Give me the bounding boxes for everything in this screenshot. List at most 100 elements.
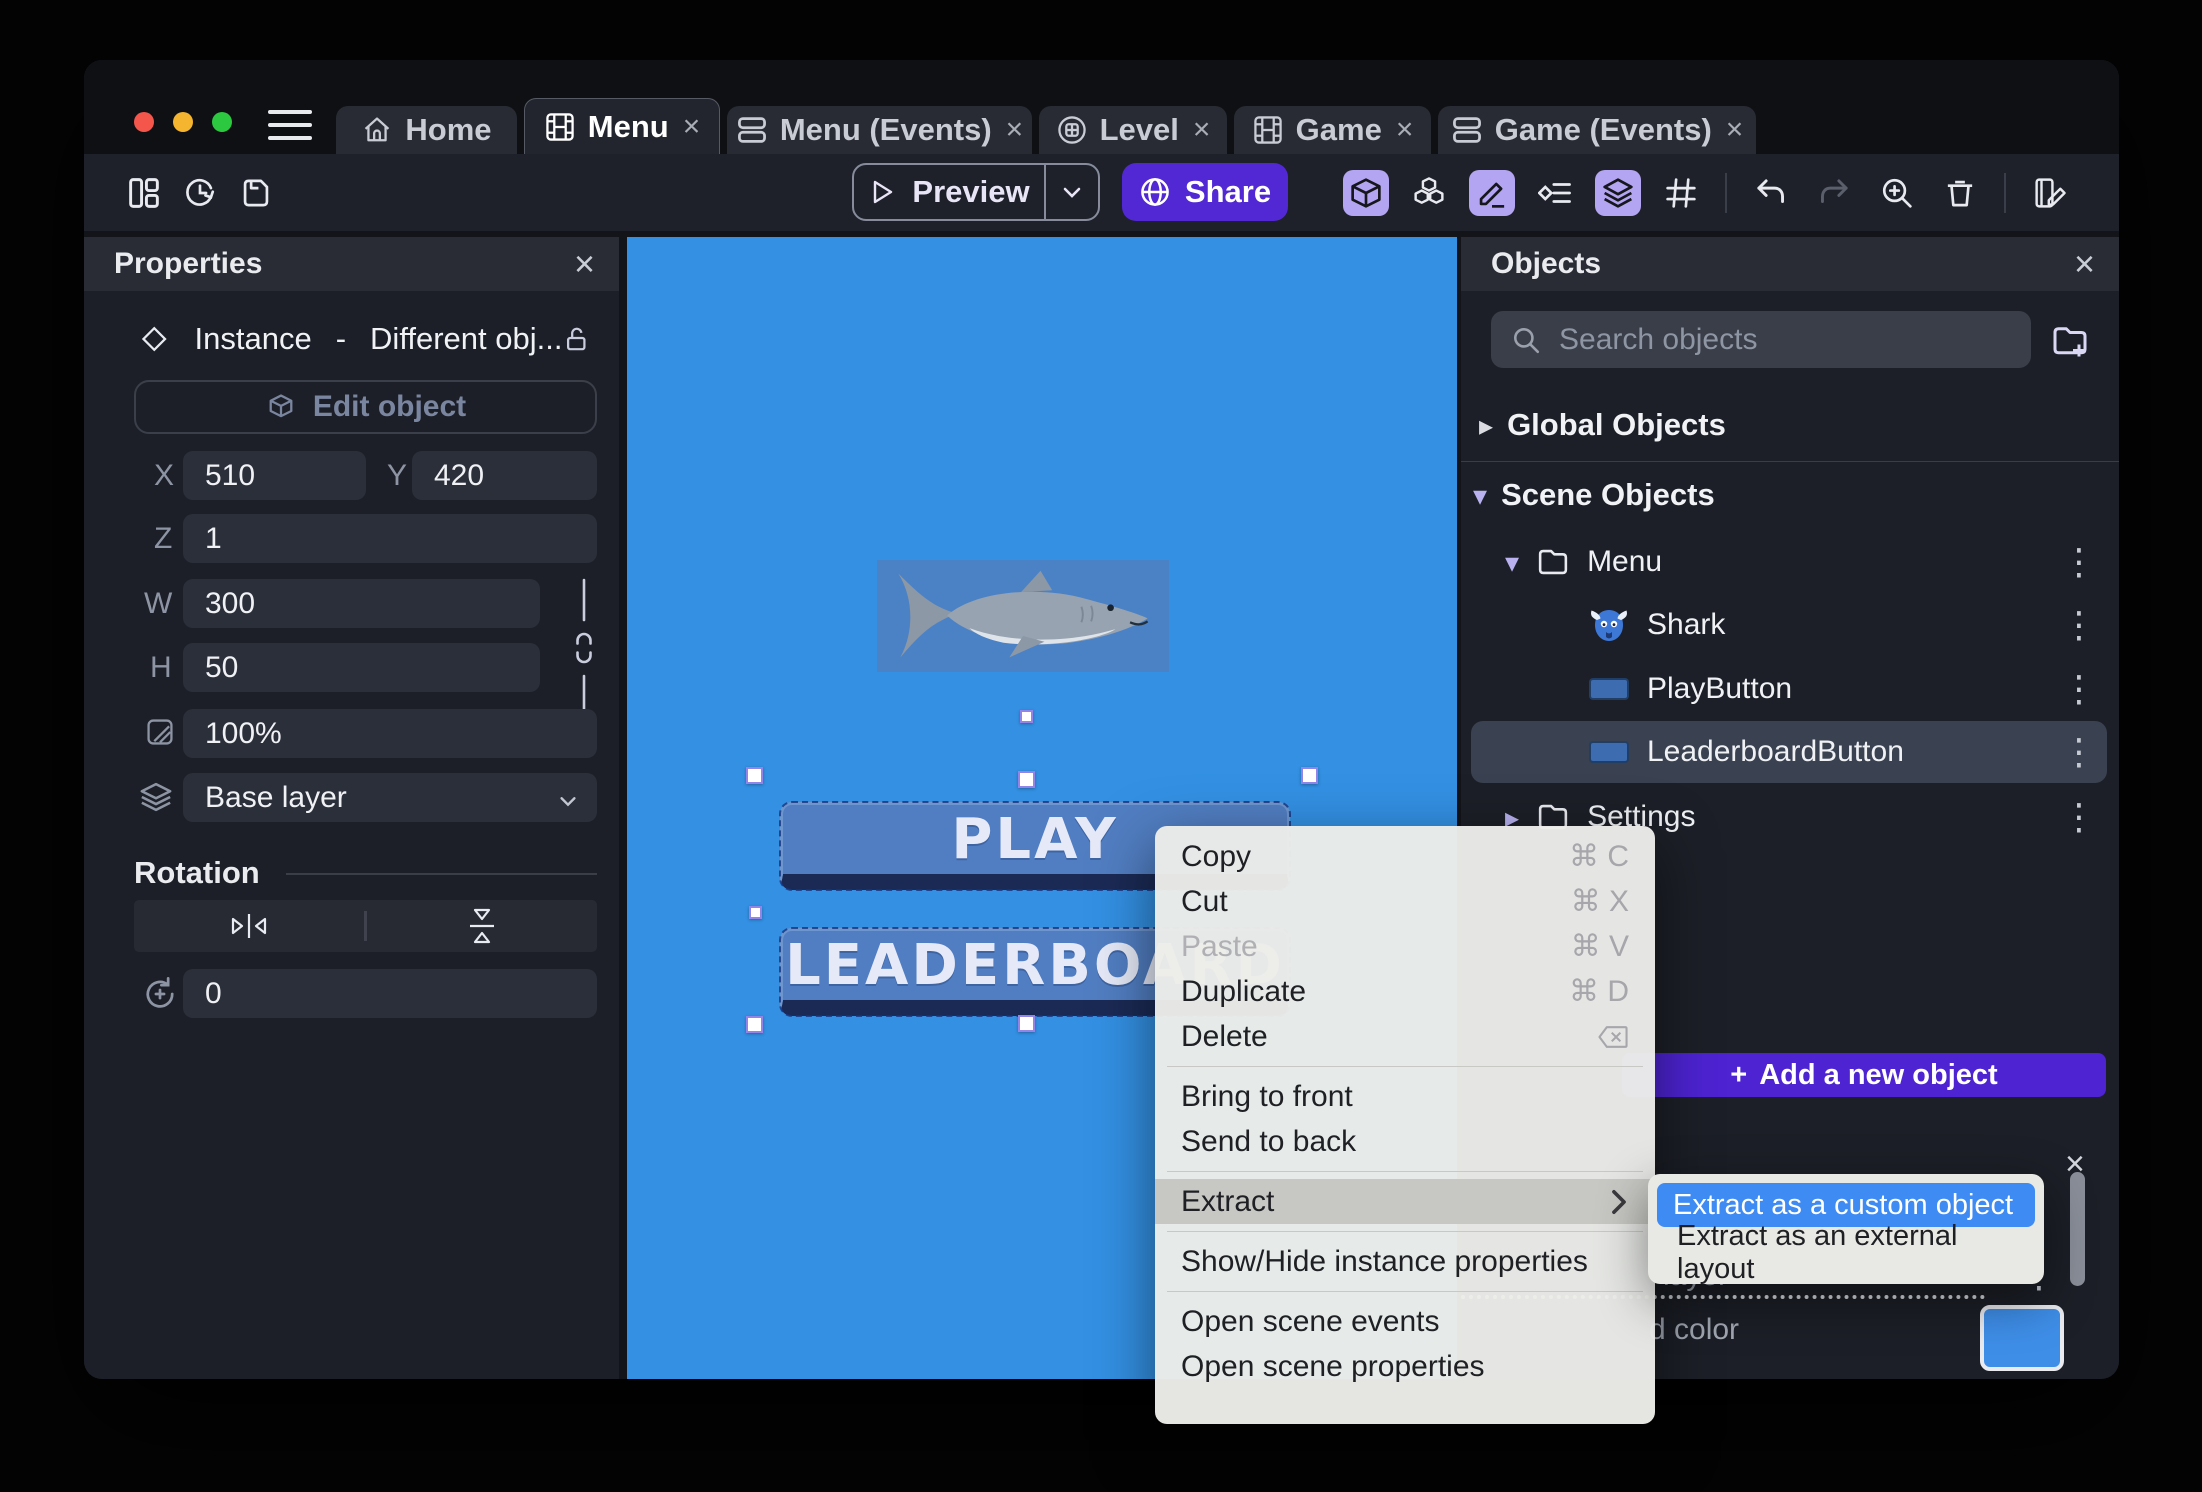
undo-button[interactable] — [1748, 170, 1794, 216]
shark-sprite[interactable] — [877, 560, 1169, 672]
tab-menu[interactable]: Menu × — [524, 98, 720, 154]
menu-item-paste[interactable]: Paste ⌘ V — [1155, 924, 1655, 969]
object-folder-menu[interactable]: ▾ Menu ⋮ — [1461, 531, 2119, 593]
menu-item-label: Copy — [1181, 839, 1252, 873]
button-thumbnail — [1589, 741, 1629, 763]
kebab-menu-icon[interactable]: ⋮ — [2061, 799, 2097, 835]
lock-open-icon[interactable] — [562, 324, 591, 354]
open-scene-events-button[interactable] — [2027, 170, 2073, 216]
new-folder-icon[interactable] — [2049, 319, 2091, 361]
kebab-menu-icon[interactable]: ⋮ — [2061, 544, 2097, 580]
selection-handle-top-right[interactable] — [1301, 767, 1318, 784]
close-icon[interactable]: × — [1006, 113, 1024, 147]
selection-handle-top-left[interactable] — [746, 767, 763, 784]
menu-item-cut[interactable]: Cut ⌘ X — [1155, 879, 1655, 924]
flip-vertical-button[interactable] — [367, 906, 597, 946]
zoom-in-button[interactable] — [1874, 170, 1920, 216]
window-zoom-button[interactable] — [212, 112, 232, 132]
tab-label: Game — [1295, 112, 1382, 147]
submenu-item-extract-external-layout[interactable]: Extract as an external layout — [1657, 1220, 2035, 1285]
search-icon — [1514, 327, 1540, 353]
scene-objects-group[interactable]: ▾ Scene Objects — [1461, 470, 2119, 520]
add-new-object-button[interactable]: + Add a new object — [1622, 1053, 2106, 1097]
edit-mode-toggle[interactable] — [1469, 169, 1515, 216]
preview-options-button[interactable] — [1046, 165, 1098, 219]
instance-type-label: Instance — [194, 321, 312, 356]
instance-properties-toggle[interactable] — [1532, 170, 1578, 216]
edit-object-button[interactable]: Edit object — [134, 380, 597, 434]
chevron-down-icon — [560, 797, 576, 807]
rotation-field[interactable]: 0 — [183, 969, 597, 1018]
menu-item-copy[interactable]: Copy ⌘ C — [1155, 834, 1655, 879]
menu-item-delete[interactable]: Delete — [1155, 1014, 1655, 1059]
flip-horizontal-button[interactable] — [134, 909, 364, 943]
menu-item-label: Send to back — [1181, 1124, 1357, 1158]
flip-vertical-icon — [470, 908, 494, 944]
tab-menu-events[interactable]: Menu (Events) × — [727, 106, 1032, 154]
panels-layout-icon[interactable] — [127, 176, 161, 210]
edit-object-label: Edit object — [312, 390, 467, 423]
global-objects-group[interactable]: ▸ Global Objects — [1461, 400, 2119, 450]
menu-item-extract[interactable]: Extract — [1155, 1179, 1655, 1224]
opacity-field[interactable]: 100% — [183, 709, 597, 758]
h-field[interactable]: 50 — [183, 643, 540, 692]
tab-level[interactable]: Level × — [1039, 106, 1227, 154]
undo-icon — [1757, 178, 1784, 203]
layer-select[interactable]: Base layer — [183, 773, 597, 822]
delete-button[interactable] — [1937, 170, 1983, 216]
menu-item-bring-to-front[interactable]: Bring to front — [1155, 1074, 1655, 1119]
save-icon[interactable] — [239, 176, 273, 210]
object-row-leaderboardbutton[interactable]: LeaderboardButton ⋮ — [1461, 721, 2119, 783]
tab-game-events[interactable]: Game (Events) × — [1438, 106, 1756, 154]
menu-item-show-hide-instance-properties[interactable]: Show/Hide instance properties — [1155, 1239, 1655, 1284]
rotation-section-title: Rotation — [134, 855, 260, 890]
properties-panel-header: Properties × — [84, 237, 619, 291]
menu-item-send-to-back[interactable]: Send to back — [1155, 1119, 1655, 1164]
diamond-list-icon — [1538, 182, 1571, 203]
color-swatch[interactable] — [1980, 1305, 2064, 1371]
rotation-handle[interactable] — [1020, 710, 1033, 723]
close-icon[interactable]: × — [1396, 113, 1414, 147]
redo-button[interactable] — [1811, 170, 1857, 216]
menu-item-open-scene-events[interactable]: Open scene events — [1155, 1299, 1655, 1344]
share-button[interactable]: Share — [1122, 163, 1288, 221]
link-dimensions-icon[interactable] — [571, 578, 597, 718]
tab-home[interactable]: Home — [336, 106, 517, 154]
kebab-menu-icon[interactable]: ⋮ — [2061, 607, 2097, 643]
version-history-icon[interactable] — [183, 176, 217, 210]
selection-handle-top-center[interactable] — [1018, 771, 1035, 788]
w-field[interactable]: 300 — [183, 579, 540, 628]
objects-panel-toggle[interactable] — [1343, 169, 1389, 216]
close-icon[interactable]: × — [574, 243, 595, 285]
toolbar-right — [1343, 154, 2073, 231]
y-field[interactable]: 420 — [412, 451, 597, 500]
menu-item-duplicate[interactable]: Duplicate ⌘ D — [1155, 969, 1655, 1014]
instances-panel-toggle[interactable] — [1406, 170, 1452, 216]
object-row-shark[interactable]: Shark ⋮ — [1461, 593, 2119, 657]
object-row-playbutton[interactable]: PlayButton ⋮ — [1461, 657, 2119, 721]
menu-item-open-scene-properties[interactable]: Open scene properties — [1155, 1344, 1655, 1389]
selection-handle-bottom-left[interactable] — [746, 1016, 763, 1033]
h-label: H — [150, 651, 172, 684]
z-field[interactable]: 1 — [183, 514, 597, 563]
preview-button[interactable]: Preview — [854, 165, 1044, 219]
close-icon[interactable]: × — [1193, 113, 1211, 147]
scene-events-edit-icon — [2035, 177, 2066, 208]
selection-handle-bottom-center[interactable] — [1018, 1015, 1035, 1032]
x-field[interactable]: 510 — [183, 451, 366, 500]
window-minimize-button[interactable] — [173, 112, 193, 132]
close-icon[interactable]: × — [683, 110, 701, 144]
window-close-button[interactable] — [134, 112, 154, 132]
search-input[interactable] — [1559, 322, 2031, 357]
selection-handle-mid-left[interactable] — [749, 906, 762, 919]
tab-game[interactable]: Game × — [1234, 106, 1431, 154]
main-menu-icon[interactable] — [268, 110, 312, 140]
grid-toggle[interactable] — [1658, 170, 1704, 216]
layers-panel-toggle[interactable] — [1595, 169, 1641, 216]
scrollbar[interactable] — [2070, 1172, 2085, 1286]
close-icon[interactable]: × — [2074, 243, 2095, 285]
close-icon[interactable]: × — [1726, 113, 1744, 147]
instance-diamond-icon — [141, 326, 167, 352]
kebab-menu-icon[interactable]: ⋮ — [2061, 671, 2097, 707]
kebab-menu-icon[interactable]: ⋮ — [2061, 734, 2097, 770]
